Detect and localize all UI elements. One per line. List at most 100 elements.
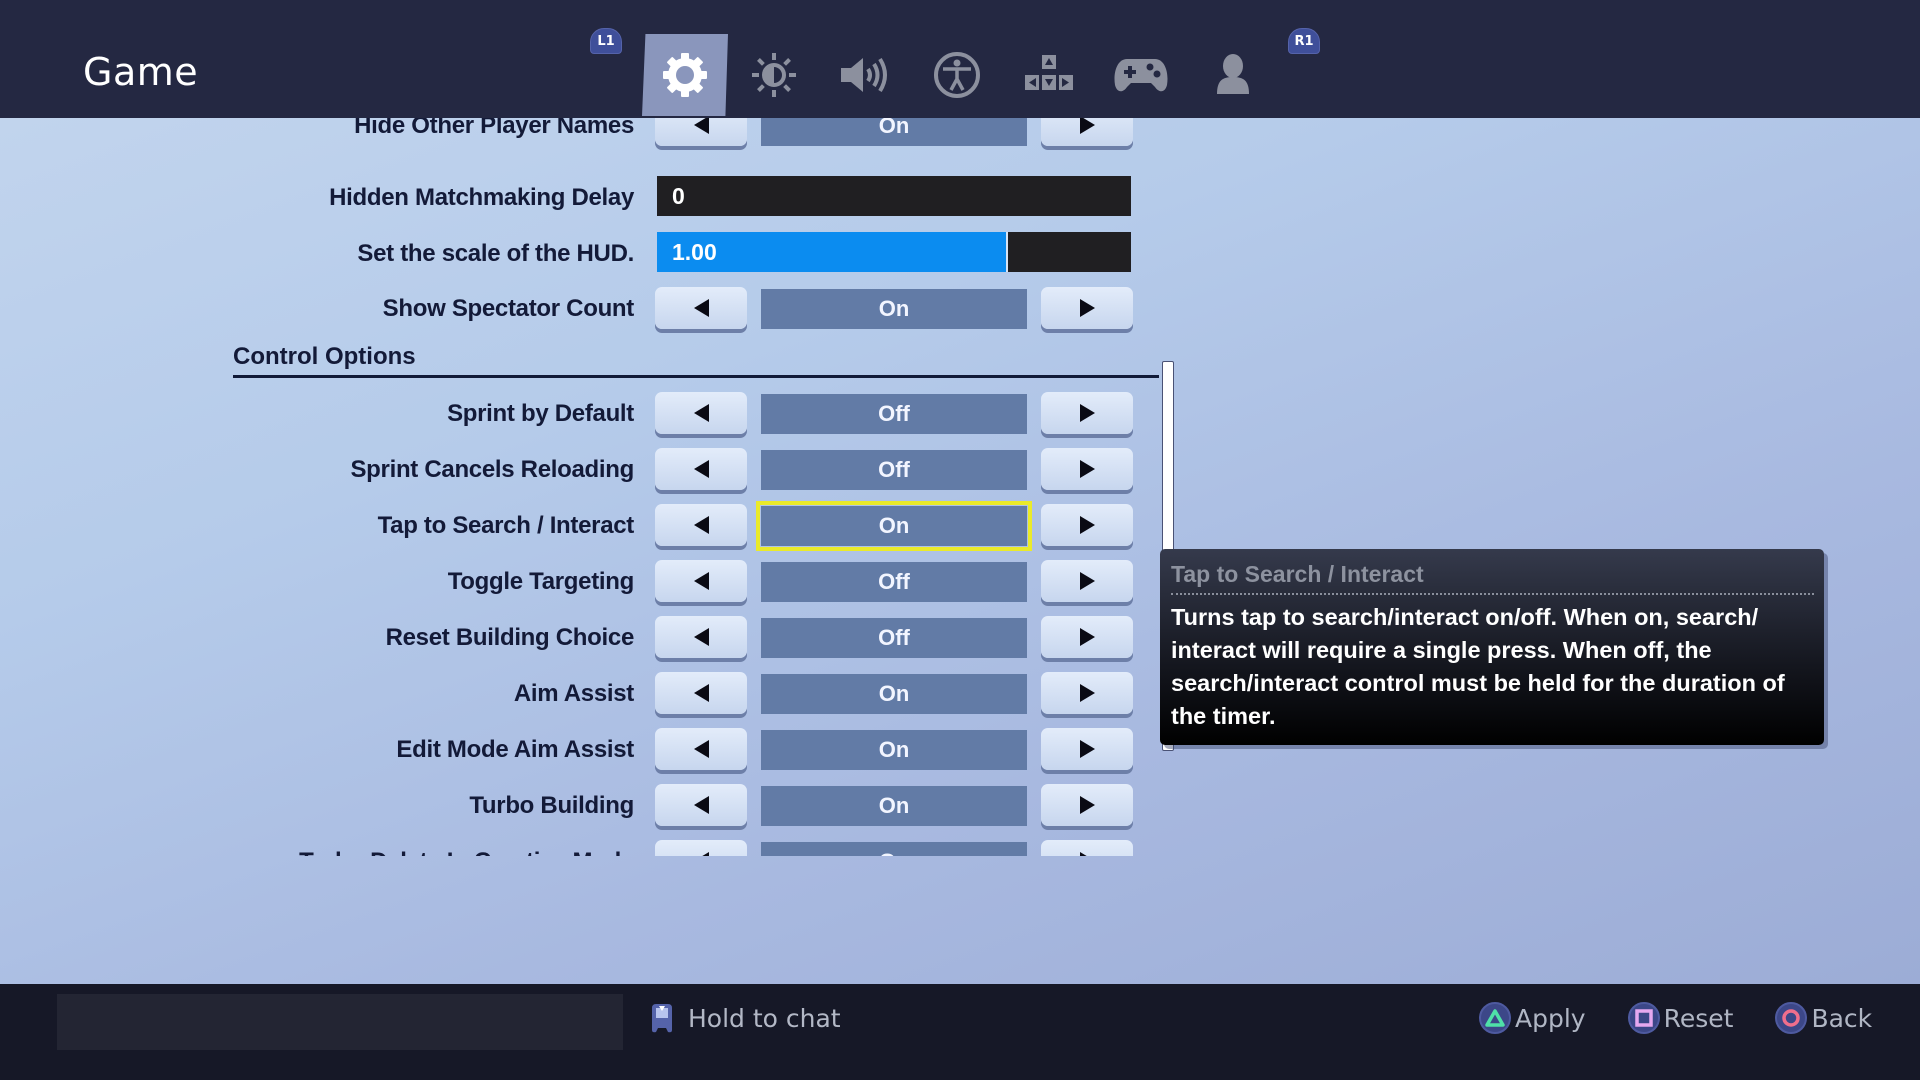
setting-value: On bbox=[761, 118, 1027, 146]
dpad-icon bbox=[1025, 55, 1073, 90]
setting-row-turbo-delete[interactable]: Turbo Delete In Creative Mode On bbox=[0, 840, 1180, 856]
triangle-button-icon bbox=[1479, 1002, 1511, 1034]
next-option-button[interactable] bbox=[1041, 118, 1133, 146]
left-arrow-icon bbox=[693, 404, 709, 422]
chat-input[interactable] bbox=[57, 994, 623, 1050]
hud-scale-slider[interactable]: 1.00 bbox=[657, 232, 1131, 272]
previous-option-button[interactable] bbox=[655, 560, 747, 602]
setting-row-reset-building-choice[interactable]: Reset Building Choice Off bbox=[0, 616, 1180, 660]
previous-option-button[interactable] bbox=[655, 840, 747, 856]
apply-label: Apply bbox=[1515, 1003, 1586, 1033]
previous-option-button[interactable] bbox=[655, 504, 747, 546]
left-arrow-icon bbox=[693, 299, 709, 317]
previous-option-button[interactable] bbox=[655, 784, 747, 826]
next-option-button[interactable] bbox=[1041, 448, 1133, 490]
right-arrow-icon bbox=[1079, 628, 1095, 646]
next-option-button[interactable] bbox=[1041, 560, 1133, 602]
setting-value: On bbox=[761, 674, 1027, 714]
right-arrow-icon bbox=[1079, 684, 1095, 702]
setting-value: On bbox=[761, 842, 1027, 856]
setting-row-show-spectator-count[interactable]: Show Spectator Count On bbox=[0, 287, 1180, 331]
circle-button-icon bbox=[1775, 1002, 1808, 1034]
footer-bar: Hold to chat Apply Reset Back bbox=[0, 984, 1920, 1080]
next-option-button[interactable] bbox=[1041, 784, 1133, 826]
previous-option-button[interactable] bbox=[655, 392, 747, 434]
slider-value: 1.00 bbox=[672, 239, 717, 265]
chat-hint-label: Hold to chat bbox=[688, 1003, 841, 1033]
tab-audio[interactable] bbox=[822, 34, 908, 116]
next-option-button[interactable] bbox=[1041, 840, 1133, 856]
previous-option-button[interactable] bbox=[655, 287, 747, 329]
setting-label: Turbo Delete In Creative Mode bbox=[299, 840, 634, 856]
setting-description-tooltip: Tap to Search / Interact Turns tap to se… bbox=[1160, 549, 1824, 745]
setting-label: Reset Building Choice bbox=[385, 624, 635, 651]
l1-bumper-icon[interactable]: L1 bbox=[590, 28, 622, 54]
tab-video[interactable] bbox=[731, 34, 817, 116]
tooltip-body: Turns tap to search/interact on/off. Whe… bbox=[1171, 604, 1785, 729]
right-arrow-icon bbox=[1079, 460, 1095, 478]
tab-input[interactable] bbox=[1006, 34, 1092, 116]
previous-option-button[interactable] bbox=[655, 118, 747, 146]
setting-label: Toggle Targeting bbox=[447, 568, 635, 595]
tooltip-title: Tap to Search / Interact bbox=[1171, 561, 1424, 587]
back-button[interactable]: Back bbox=[1775, 1002, 1872, 1034]
speaker-icon bbox=[841, 57, 887, 93]
setting-row-tap-to-search-interact[interactable]: Tap to Search / Interact On bbox=[0, 501, 1180, 551]
previous-option-button[interactable] bbox=[655, 448, 747, 490]
next-option-button[interactable] bbox=[1041, 728, 1133, 770]
tab-accessibility[interactable] bbox=[914, 34, 1000, 116]
left-arrow-icon bbox=[693, 740, 709, 758]
reset-label: Reset bbox=[1663, 1003, 1734, 1033]
r1-bumper-icon[interactable]: R1 bbox=[1288, 28, 1320, 54]
apply-button[interactable]: Apply bbox=[1479, 1002, 1586, 1034]
setting-row-toggle-targeting[interactable]: Toggle Targeting Off bbox=[0, 560, 1180, 604]
setting-value: Off bbox=[761, 562, 1027, 602]
left-arrow-icon bbox=[693, 572, 709, 590]
tab-controller[interactable] bbox=[1098, 34, 1184, 116]
right-arrow-icon bbox=[1079, 572, 1095, 590]
setting-row-sprint-cancels-reloading[interactable]: Sprint Cancels Reloading Off bbox=[0, 448, 1180, 492]
setting-value: On bbox=[761, 786, 1027, 826]
next-option-button[interactable] bbox=[1041, 616, 1133, 658]
previous-option-button[interactable] bbox=[655, 616, 747, 658]
setting-row-sprint-by-default[interactable]: Sprint by Default Off bbox=[0, 392, 1180, 436]
right-arrow-icon bbox=[1079, 740, 1095, 758]
setting-row-turbo-building[interactable]: Turbo Building On bbox=[0, 784, 1180, 828]
setting-label: Sprint by Default bbox=[447, 400, 634, 427]
matchmaking-delay-input[interactable]: 0 bbox=[657, 176, 1131, 216]
square-button-icon bbox=[1627, 1002, 1660, 1034]
tab-game[interactable] bbox=[642, 34, 728, 116]
footer-actions: Apply Reset Back bbox=[1479, 998, 1914, 1038]
tab-account[interactable] bbox=[1190, 34, 1276, 116]
setting-value: Off bbox=[761, 450, 1027, 490]
setting-label: Hide Other Player Names bbox=[354, 118, 634, 139]
right-arrow-icon bbox=[1079, 118, 1095, 134]
previous-option-button[interactable] bbox=[655, 672, 747, 714]
chat-hint: Hold to chat bbox=[646, 998, 841, 1038]
setting-row-hidden-matchmaking-delay[interactable]: Hidden Matchmaking Delay 0 bbox=[0, 176, 1180, 220]
next-option-button[interactable] bbox=[1041, 672, 1133, 714]
accessibility-icon bbox=[934, 52, 980, 98]
page-title: Game bbox=[83, 50, 199, 94]
tooltip-divider bbox=[1171, 593, 1814, 595]
right-arrow-icon bbox=[1079, 404, 1095, 422]
account-icon bbox=[1217, 54, 1249, 94]
next-option-button[interactable] bbox=[1041, 287, 1133, 329]
setting-row-edit-mode-aim-assist[interactable]: Edit Mode Aim Assist On bbox=[0, 728, 1180, 772]
left-arrow-icon bbox=[693, 118, 709, 134]
setting-value: On bbox=[756, 501, 1032, 551]
next-option-button[interactable] bbox=[1041, 392, 1133, 434]
next-option-button[interactable] bbox=[1041, 504, 1133, 546]
setting-value: Off bbox=[761, 618, 1027, 658]
previous-option-button[interactable] bbox=[655, 728, 747, 770]
setting-label: Edit Mode Aim Assist bbox=[396, 736, 634, 763]
setting-label: Hidden Matchmaking Delay bbox=[329, 184, 634, 211]
reset-button[interactable]: Reset bbox=[1627, 1002, 1734, 1034]
settings-list: Hide Other Player Names On Hidden Matchm… bbox=[0, 118, 1180, 856]
setting-row-hide-other-player-names[interactable]: Hide Other Player Names On bbox=[0, 118, 1180, 148]
setting-value: Off bbox=[761, 394, 1027, 434]
left-arrow-icon bbox=[693, 852, 709, 856]
setting-row-hud-scale[interactable]: Set the scale of the HUD. 1.00 bbox=[0, 232, 1180, 276]
setting-row-aim-assist[interactable]: Aim Assist On bbox=[0, 672, 1180, 716]
right-arrow-icon bbox=[1079, 852, 1095, 856]
